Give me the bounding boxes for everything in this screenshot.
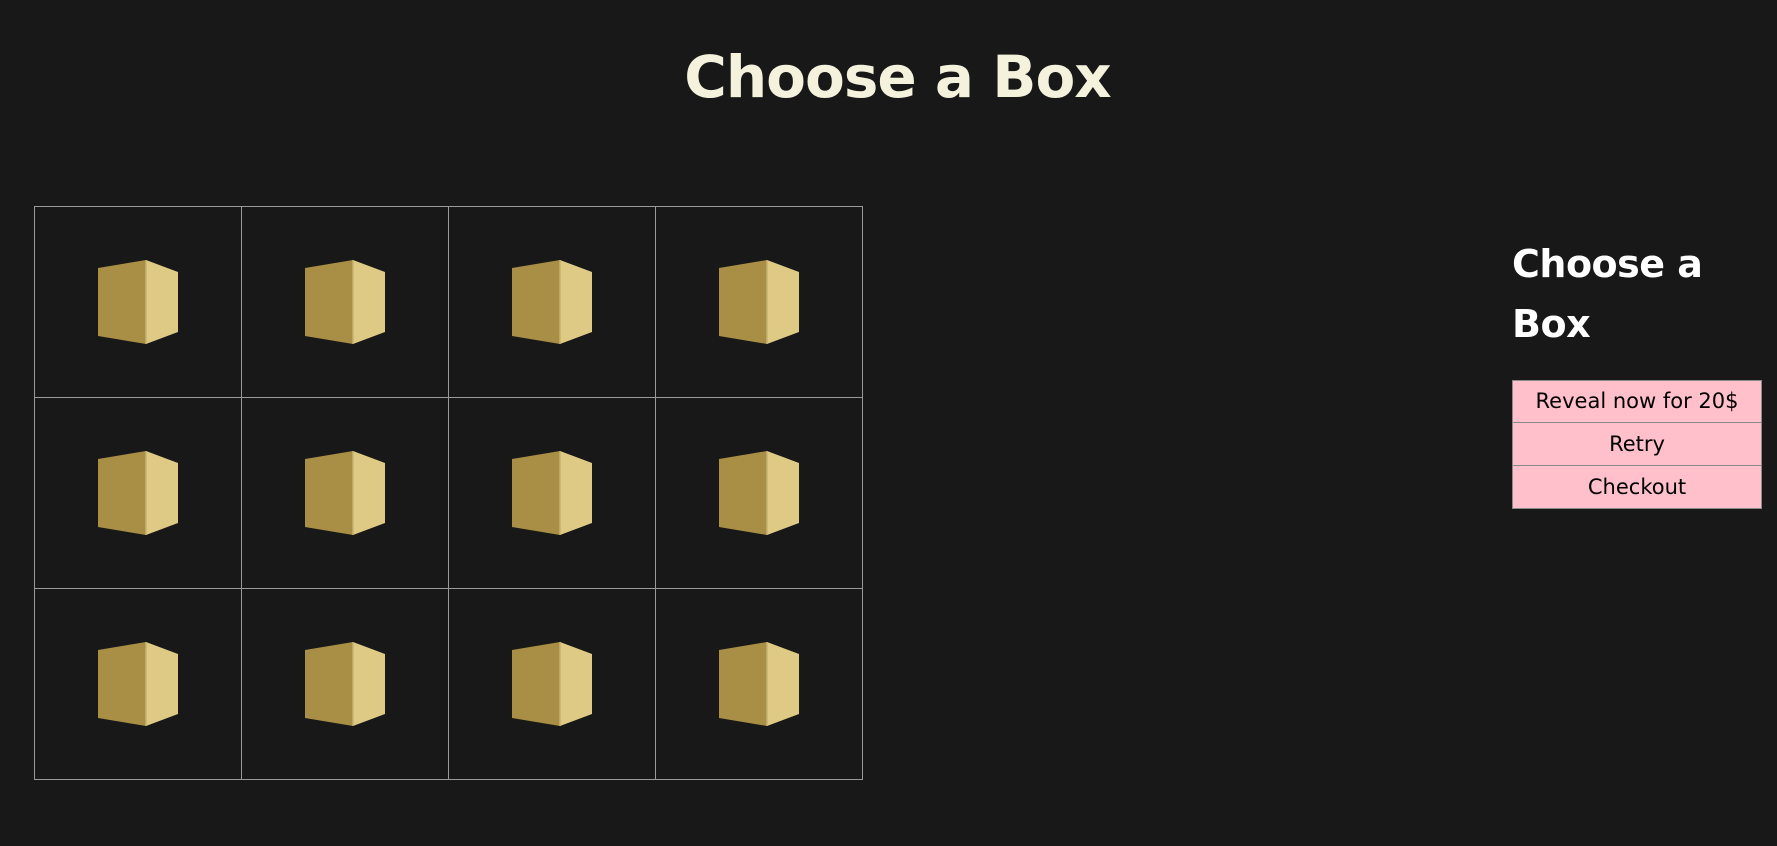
box-icon — [512, 642, 592, 726]
box-icon — [719, 451, 799, 535]
box-icon — [719, 642, 799, 726]
box-cell-4[interactable] — [656, 207, 863, 398]
box-icon — [305, 260, 385, 344]
checkout-button[interactable]: Checkout — [1512, 466, 1762, 509]
sidebar-panel: Choose a Box Reveal now for 20$ Retry Ch… — [1512, 234, 1762, 509]
box-cell-9[interactable] — [35, 589, 242, 780]
box-icon — [512, 451, 592, 535]
box-icon — [98, 642, 178, 726]
box-cell-6[interactable] — [242, 398, 449, 589]
box-icon — [98, 451, 178, 535]
box-grid — [34, 206, 863, 780]
action-buttons: Reveal now for 20$ Retry Checkout — [1512, 380, 1762, 509]
box-icon — [305, 642, 385, 726]
box-icon — [305, 451, 385, 535]
retry-button[interactable]: Retry — [1512, 423, 1762, 466]
box-cell-10[interactable] — [242, 589, 449, 780]
box-icon — [719, 260, 799, 344]
box-icon — [98, 260, 178, 344]
page-title: Choose a Box — [684, 43, 1111, 111]
box-cell-3[interactable] — [449, 207, 656, 398]
reveal-button[interactable]: Reveal now for 20$ — [1512, 380, 1762, 423]
sidebar-title: Choose a Box — [1512, 242, 1703, 346]
box-icon — [512, 260, 592, 344]
box-cell-12[interactable] — [656, 589, 863, 780]
box-cell-1[interactable] — [35, 207, 242, 398]
box-cell-2[interactable] — [242, 207, 449, 398]
box-cell-5[interactable] — [35, 398, 242, 589]
box-cell-11[interactable] — [449, 589, 656, 780]
box-cell-8[interactable] — [656, 398, 863, 589]
box-cell-7[interactable] — [449, 398, 656, 589]
